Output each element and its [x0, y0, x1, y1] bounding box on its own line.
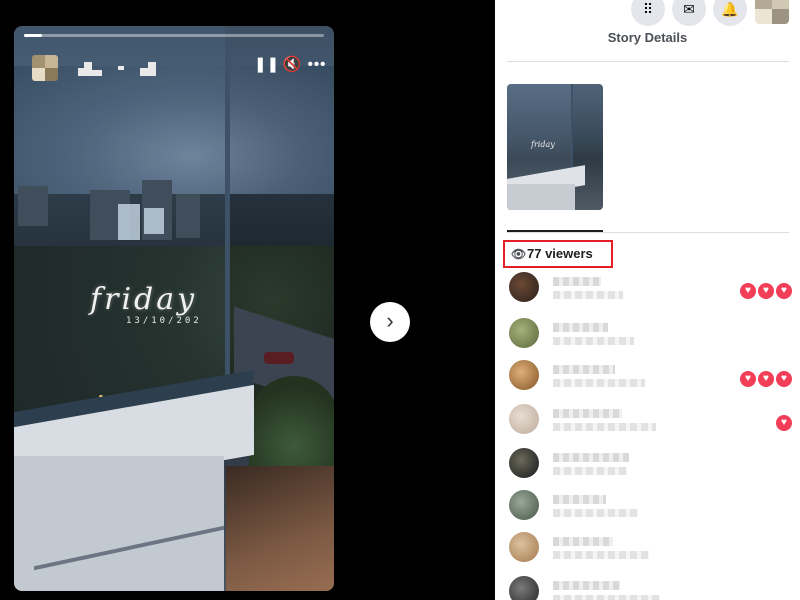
- viewer-name-blurred[interactable]: [553, 581, 620, 590]
- heart-react-icon: ♥: [776, 371, 792, 387]
- viewer-subtitle-blurred: [553, 551, 649, 559]
- viewer-row[interactable]: ♥: [495, 404, 800, 444]
- divider: [507, 61, 789, 62]
- viewer-row[interactable]: [495, 532, 800, 572]
- story-author-avatar[interactable]: [32, 55, 58, 81]
- viewer-name-blurred[interactable]: [553, 409, 622, 418]
- apps-grid-icon[interactable]: ⠿: [631, 0, 665, 26]
- viewer-avatar[interactable]: [509, 576, 539, 600]
- viewer-name-blurred[interactable]: [553, 323, 608, 332]
- divider: [507, 232, 789, 233]
- story-details-panel: ⠿ ✉ 🔔 Story Details friday 👁77 viewers ♥…: [495, 0, 800, 600]
- story-progress-bar: [24, 34, 324, 37]
- viewer-reactions: ♥: [774, 412, 792, 431]
- thumbnail-overlay-text: friday: [531, 140, 555, 149]
- viewer-subtitle-blurred: [553, 337, 634, 345]
- viewer-name-blurred[interactable]: [553, 537, 613, 546]
- story-overlay-text: friday: [90, 282, 198, 317]
- pause-icon[interactable]: ❚❚: [254, 56, 279, 74]
- next-story-button[interactable]: ›: [370, 302, 410, 342]
- story-overlay-date: 13/10/202: [126, 316, 202, 326]
- bell-icon[interactable]: 🔔: [713, 0, 747, 26]
- heart-react-icon: ♥: [758, 371, 774, 387]
- viewer-subtitle-blurred: [553, 423, 656, 431]
- panel-title: Story Details: [607, 30, 688, 45]
- eye-icon: 👁: [511, 247, 527, 261]
- viewer-subtitle-blurred: [553, 291, 623, 299]
- story-wall: [14, 456, 224, 591]
- viewer-subtitle-blurred: [553, 467, 627, 475]
- chevron-right-icon: ›: [386, 308, 394, 333]
- viewer-subtitle-blurred: [553, 379, 645, 387]
- viewer-avatar[interactable]: [509, 404, 539, 434]
- viewer-subtitle-blurred: [553, 509, 638, 517]
- story-glass-panel: [14, 26, 230, 431]
- viewers-label: 77 viewers: [527, 246, 593, 261]
- viewer-row[interactable]: ♥ ♥ ♥: [495, 272, 800, 312]
- heart-react-icon: ♥: [740, 283, 756, 299]
- story-progress-fill: [24, 34, 42, 37]
- heart-react-icon: ♥: [776, 415, 792, 431]
- mute-icon[interactable]: 🔇: [282, 56, 302, 74]
- viewer-name-blurred[interactable]: [553, 453, 629, 462]
- viewer-name-blurred[interactable]: [553, 365, 615, 374]
- viewer-row[interactable]: [495, 448, 800, 488]
- viewer-avatar[interactable]: [509, 490, 539, 520]
- viewer-name-blurred[interactable]: [553, 495, 606, 504]
- messenger-icon[interactable]: ✉: [672, 0, 706, 26]
- heart-react-icon: ♥: [758, 283, 774, 299]
- viewer-avatar[interactable]: [509, 360, 539, 390]
- account-avatar[interactable]: [755, 0, 789, 24]
- viewer-subtitle-blurred: [553, 595, 660, 600]
- viewer-row[interactable]: [495, 576, 800, 600]
- more-icon[interactable]: •••: [306, 56, 328, 74]
- story-thumbnail[interactable]: friday: [507, 84, 603, 210]
- story-car: [264, 352, 294, 364]
- story-pavement: [226, 466, 334, 591]
- heart-react-icon: ♥: [776, 283, 792, 299]
- viewer-avatar[interactable]: [509, 318, 539, 348]
- screen: ❚❚ 🔇 ••• friday 13/10/202 › ⠿ ✉ 🔔 Story …: [0, 0, 800, 600]
- viewers-count[interactable]: 👁77 viewers: [503, 240, 613, 268]
- viewer-row[interactable]: [495, 490, 800, 530]
- viewer-avatar[interactable]: [509, 272, 539, 302]
- viewer-row[interactable]: ♥ ♥ ♥: [495, 360, 800, 400]
- viewer-row[interactable]: [495, 318, 800, 358]
- story-author-name-blurred[interactable]: [78, 60, 168, 76]
- viewer-avatar[interactable]: [509, 532, 539, 562]
- viewer-reactions: ♥ ♥ ♥: [738, 368, 792, 387]
- viewer-avatar[interactable]: [509, 448, 539, 478]
- viewer-name-blurred[interactable]: [553, 277, 601, 286]
- heart-react-icon: ♥: [740, 371, 756, 387]
- viewer-reactions: ♥ ♥ ♥: [738, 280, 792, 299]
